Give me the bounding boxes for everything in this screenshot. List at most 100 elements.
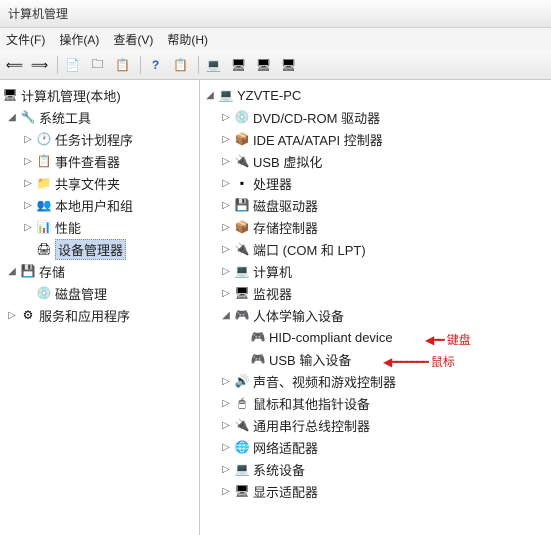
device-display[interactable]: ▷ 🖥 显示适配器 <box>200 480 551 502</box>
storage-ctrl-icon: 📦 <box>234 219 250 235</box>
cpu-icon: ▪ <box>234 175 250 191</box>
tree-services[interactable]: ▷ ⚙ 服务和应用程序 <box>0 304 199 326</box>
hid-device-icon: 🎮 <box>250 329 266 345</box>
show-hide-button[interactable]: 🗀 <box>88 54 110 76</box>
computer-icon: 💻 <box>234 263 250 279</box>
expand-icon[interactable]: ▷ <box>220 199 232 211</box>
users-icon: 👥 <box>36 197 52 213</box>
back-button[interactable]: ⟸ <box>5 54 27 76</box>
expand-icon[interactable]: ▷ <box>220 155 232 167</box>
tree-event-viewer[interactable]: ▷ 📋 事件查看器 <box>0 150 199 172</box>
network-icon: 🌐 <box>234 439 250 455</box>
expand-icon[interactable]: ▷ <box>220 243 232 255</box>
uninstall-button[interactable]: 🖥 <box>254 54 276 76</box>
forward-button[interactable]: ⟹ <box>30 54 52 76</box>
collapse-icon[interactable]: ◢ <box>6 265 18 277</box>
device-system-dev[interactable]: ▷ 💻 系统设备 <box>200 458 551 480</box>
expand-icon[interactable]: ▷ <box>22 133 34 145</box>
tree-local-users[interactable]: ▷ 👥 本地用户和组 <box>0 194 199 216</box>
update-button[interactable]: 🖥 <box>229 54 251 76</box>
device-usb-input[interactable]: 🎮 USB 输入设备 <box>200 348 551 370</box>
performance-icon: 📊 <box>36 219 52 235</box>
tree-task-scheduler[interactable]: ▷ 🕐 任务计划程序 <box>0 128 199 150</box>
expand-icon[interactable]: ▷ <box>220 441 232 453</box>
annotation-keyboard: ◀━━ 键盘 <box>425 331 471 348</box>
menu-file[interactable]: 文件(F) <box>6 31 45 48</box>
expand-icon[interactable]: ▷ <box>220 111 232 123</box>
expand-icon[interactable]: ▷ <box>6 309 18 321</box>
expand-icon[interactable]: ▷ <box>22 199 34 211</box>
device-label: 显示适配器 <box>253 482 318 501</box>
expand-icon[interactable]: ▷ <box>22 155 34 167</box>
expand-icon[interactable]: ▷ <box>220 133 232 145</box>
clock-icon: 🕐 <box>36 131 52 147</box>
device-monitor[interactable]: ▷ 🖥 监视器 <box>200 282 551 304</box>
device-network[interactable]: ▷ 🌐 网络适配器 <box>200 436 551 458</box>
expand-icon[interactable]: ▷ <box>220 265 232 277</box>
event-icon: 📋 <box>36 153 52 169</box>
monitor-icon: 🖥 <box>234 285 250 301</box>
harddisk-icon: 💾 <box>234 197 250 213</box>
expand-icon[interactable]: ▷ <box>220 463 232 475</box>
expand-icon[interactable]: ▷ <box>220 375 232 387</box>
tree-label: 本地用户和组 <box>55 196 133 215</box>
collapse-icon[interactable]: ◢ <box>6 111 18 123</box>
scan-button[interactable]: 💻 <box>204 54 226 76</box>
tree-device-manager[interactable]: 🖨 设备管理器 <box>0 238 199 260</box>
annotation-label: 鼠标 <box>431 353 455 370</box>
device-ports[interactable]: ▷ 🔌 端口 (COM 和 LPT) <box>200 238 551 260</box>
device-mouse[interactable]: ▷ 🖱 鼠标和其他指针设备 <box>200 392 551 414</box>
tree-root[interactable]: 🖥 计算机管理(本地) <box>0 84 199 106</box>
tree-system-tools[interactable]: ◢ 🔧 系统工具 <box>0 106 199 128</box>
tree-shared-folders[interactable]: ▷ 📁 共享文件夹 <box>0 172 199 194</box>
forward-icon: ⟹ <box>32 57 48 73</box>
tree-label: 计算机管理(本地) <box>21 86 121 105</box>
device-label: 人体学输入设备 <box>253 306 344 325</box>
expand-icon[interactable]: ▷ <box>220 419 232 431</box>
expand-icon[interactable]: ▷ <box>22 221 34 233</box>
device-computers[interactable]: ▷ 💻 计算机 <box>200 260 551 282</box>
up-button[interactable]: 📄 <box>63 54 85 76</box>
device-storage-ctrl[interactable]: ▷ 📦 存储控制器 <box>200 216 551 238</box>
expand-icon[interactable]: ▷ <box>220 287 232 299</box>
tree-performance[interactable]: ▷ 📊 性能 <box>0 216 199 238</box>
annotation-label: 键盘 <box>447 331 471 348</box>
device-label: USB 输入设备 <box>269 350 351 369</box>
expand-icon[interactable]: ▷ <box>220 221 232 233</box>
device-hid[interactable]: ◢ 🎮 人体学输入设备 <box>200 304 551 326</box>
arrow-icon: ◀━━━━━━━ <box>383 355 427 369</box>
tree-label: 服务和应用程序 <box>39 306 130 325</box>
device-dvd[interactable]: ▷ 💿 DVD/CD-ROM 驱动器 <box>200 106 551 128</box>
tree-label: 磁盘管理 <box>55 284 107 303</box>
update-icon: 🖥 <box>231 57 247 73</box>
expand-icon[interactable]: ▷ <box>220 485 232 497</box>
device-ide[interactable]: ▷ 📦 IDE ATA/ATAPI 控制器 <box>200 128 551 150</box>
expand-icon[interactable]: ▷ <box>22 177 34 189</box>
collapse-icon[interactable]: ◢ <box>204 89 216 101</box>
device-usb-virt[interactable]: ▷ 🔌 USB 虚拟化 <box>200 150 551 172</box>
tree-storage[interactable]: ◢ 💾 存储 <box>0 260 199 282</box>
annotation-mouse: ◀━━━━━━━ 鼠标 <box>383 353 455 370</box>
menu-help[interactable]: 帮助(H) <box>167 31 208 48</box>
arrow-icon: ◀━━ <box>425 333 443 347</box>
expand-icon[interactable]: ▷ <box>220 177 232 189</box>
scan-icon: 💻 <box>206 57 222 73</box>
help-button[interactable]: ? <box>146 54 168 76</box>
device-processor[interactable]: ▷ ▪ 处理器 <box>200 172 551 194</box>
menu-view[interactable]: 查看(V) <box>113 31 153 48</box>
refresh-button[interactable]: 📋 <box>171 54 193 76</box>
properties-button[interactable]: 📋 <box>113 54 135 76</box>
device-usb-ctrl[interactable]: ▷ 🔌 通用串行总线控制器 <box>200 414 551 436</box>
device-hid-compliant[interactable]: 🎮 HID-compliant device <box>200 326 551 348</box>
device-computer[interactable]: ◢ 💻 YZVTE-PC <box>200 84 551 106</box>
menubar: 文件(F) 操作(A) 查看(V) 帮助(H) <box>0 28 551 51</box>
device-disk-drive[interactable]: ▷ 💾 磁盘驱动器 <box>200 194 551 216</box>
expand-icon[interactable]: ▷ <box>220 397 232 409</box>
device-sound[interactable]: ▷ 🔊 声音、视频和游戏控制器 <box>200 370 551 392</box>
tree-disk-mgmt[interactable]: 💿 磁盘管理 <box>0 282 199 304</box>
disable-button[interactable]: 🖥 <box>279 54 301 76</box>
hid-device-icon: 🎮 <box>250 351 266 367</box>
menu-action[interactable]: 操作(A) <box>59 31 99 48</box>
show-hide-icon: 🗀 <box>90 57 106 73</box>
collapse-icon[interactable]: ◢ <box>220 309 232 321</box>
